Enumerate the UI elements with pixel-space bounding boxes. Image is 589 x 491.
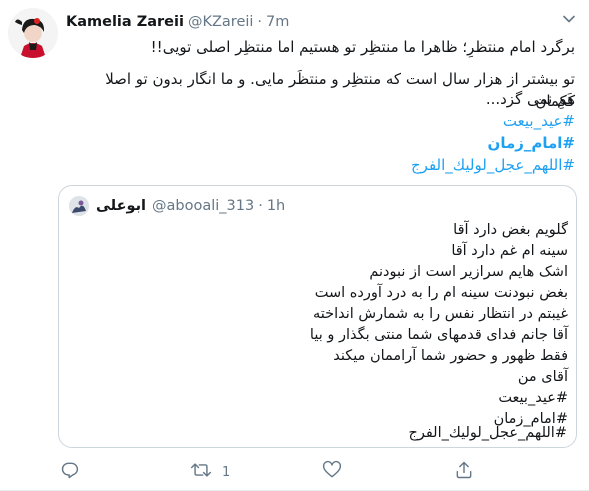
quoted-text-line: غیبتم در انتظار نفس را به شمارش انداخته xyxy=(312,306,568,322)
more-options-button[interactable] xyxy=(557,8,581,32)
quoted-hashtag: #عید_بیعت xyxy=(498,390,568,406)
quoted-text-line: آقا جانم فدای قدمهای شما منتی بگذار و بی… xyxy=(309,327,568,343)
quoted-tweet-header: ابوعلی @abooali_313 · 1h xyxy=(96,196,285,216)
hashtag-link[interactable]: #امام_زمان xyxy=(66,132,575,154)
reply-icon xyxy=(60,460,80,484)
chevron-down-icon xyxy=(562,11,576,30)
quoted-display-name[interactable]: ابوعلی xyxy=(96,198,146,214)
share-icon xyxy=(454,460,474,484)
user-handle[interactable]: @KZareii xyxy=(188,14,253,30)
quoted-user-avatar[interactable] xyxy=(69,196,89,216)
reply-button[interactable] xyxy=(60,460,80,484)
like-button[interactable] xyxy=(322,460,342,484)
quoted-text-line: فقط ظهور و حضور شما آراممان میکند xyxy=(333,348,568,364)
tweet-card[interactable]: Kamelia Zareii @KZareii · 7m برگرد امام … xyxy=(0,0,589,491)
quoted-hashtag: #اللهم_عجل_لولیك_الفرج xyxy=(408,425,567,441)
user-avatar[interactable] xyxy=(8,8,58,58)
hashtag-link[interactable]: #عید_بیعت xyxy=(66,110,575,132)
display-name[interactable]: Kamelia Zareii xyxy=(66,14,184,30)
tweet-text-line: هم نمی گزد... xyxy=(485,90,575,108)
quoted-text-line: اشک هایم سرازیر است از نبودنم xyxy=(369,264,568,280)
retweet-count: 1 xyxy=(222,464,231,480)
quoted-text-line: سینه ام غم دارد آقا xyxy=(451,243,568,259)
separator-dot: · xyxy=(258,198,263,214)
quoted-timestamp[interactable]: 1h xyxy=(267,198,285,214)
quoted-text-line: گلویم بغض دارد آقا xyxy=(453,222,568,238)
quoted-user-handle[interactable]: @abooali_313 xyxy=(152,198,254,214)
retweet-icon xyxy=(190,460,212,484)
tweet-text-line: برگرد امام منتظرِ؛ ظاهرا ما منتظِر تو هس… xyxy=(150,38,575,56)
separator-dot: · xyxy=(257,14,263,30)
heart-icon xyxy=(322,460,342,484)
tweet-header: Kamelia Zareii @KZareii · 7m xyxy=(66,12,289,32)
share-button[interactable] xyxy=(454,460,474,484)
timestamp[interactable]: 7m xyxy=(266,14,289,30)
quoted-text-line: بغض نبودنت سینه ام را به درد آورده است xyxy=(314,285,568,301)
quoted-text-line: آقای من xyxy=(517,369,568,385)
retweet-button[interactable]: 1 xyxy=(190,460,230,484)
quoted-tweet[interactable]: ابوعلی @abooali_313 · 1h گلویم بغض دارد … xyxy=(58,185,577,448)
hashtag-link[interactable]: #اللهم_عجل_لولیك_الفرج xyxy=(66,154,575,176)
